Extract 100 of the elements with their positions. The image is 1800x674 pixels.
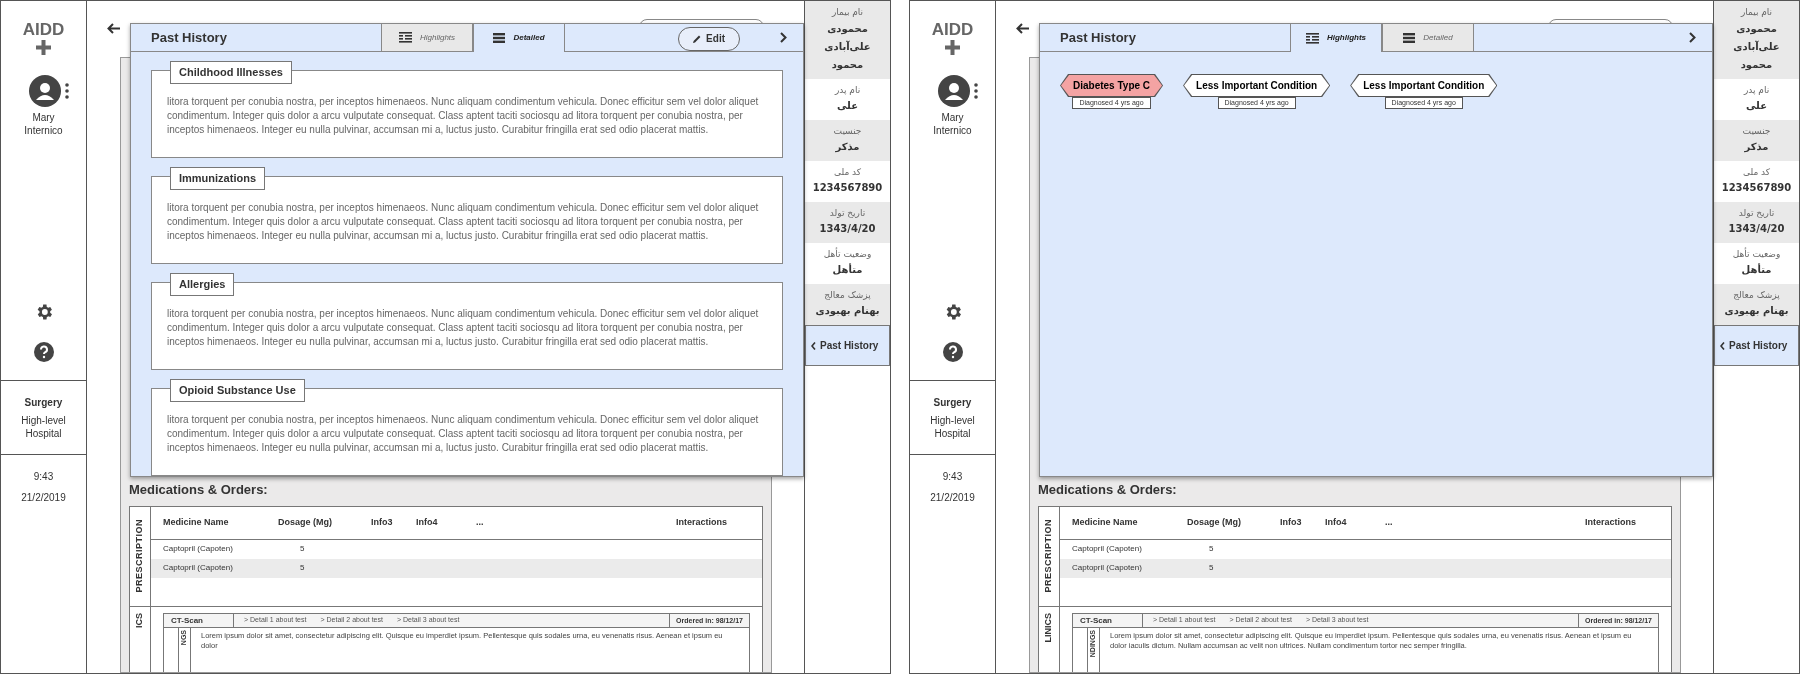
column-header: Info3 (371, 515, 394, 529)
field-value: بهنام بهبودی (1724, 304, 1789, 319)
table-cell-text: 5 (299, 543, 306, 555)
more-icon[interactable] (973, 83, 978, 99)
table-cell-text: 5 (1208, 543, 1215, 555)
field-label: نام پدر (1743, 83, 1770, 97)
help-icon[interactable] (33, 342, 54, 362)
field-value: 1343/4/20 (1728, 222, 1785, 237)
view-tab[interactable]: Detailed (1382, 24, 1474, 51)
table-cell-text: 5 (299, 562, 306, 574)
chevron-right-icon[interactable] (780, 32, 787, 43)
chevron-left-icon (1720, 341, 1725, 350)
time-label: 9:43 (942, 470, 963, 484)
help-icon[interactable] (942, 342, 963, 362)
field-value: متأهل (1741, 262, 1772, 278)
back-arrow-icon[interactable] (1016, 23, 1029, 34)
test-name: CT-Scan (164, 613, 234, 627)
column-header: Dosage (Mg) (1187, 515, 1242, 529)
table-cell-text: Captopril (Capoten) (163, 543, 234, 555)
list-icon (1305, 32, 1319, 44)
field-value: محمودی علی‌آبادی محمود (1732, 21, 1781, 72)
section-text: litora torquent per conubia nostra, per inceptos himenaeos. Nunc aliquam condimentum vehicula. Donec efficitur sem vel dolor aliquet condimentum. Integer quis dolor a arcu vulputate consequat. Class aptent taciti sociosqu ad litora torquent per conubia nostra, per inceptos himenaeos. Integer eu nulla pulvinar, accumsan mi a, luctus justo. Curabitur fringilla erat sed odio placerat mattis. (167, 307, 760, 349)
field-value: مذکر (835, 140, 860, 155)
table-cell-text: Captopril (Capoten) (1072, 562, 1143, 574)
field-value: 1343/4/20 (819, 222, 876, 237)
user-name: Mary Internico (23, 111, 64, 137)
panel-title: Past History (1059, 28, 1137, 47)
vertical-label: ICS (133, 612, 146, 628)
field-value: محمودی علی‌آبادی محمود (823, 21, 872, 72)
section-heading: Medications & Orders: (129, 481, 269, 499)
column-header: Medicine Name (163, 515, 230, 529)
department-label: Surgery (933, 396, 972, 410)
hospital-label: High-level Hospital (929, 414, 976, 440)
field-label: جنسیت (1742, 124, 1771, 138)
app-logo: AIDD (931, 21, 974, 39)
field-label: تاریخ تولد (1738, 206, 1775, 220)
field-label: کد ملی (1742, 165, 1771, 179)
menu-icon (493, 33, 506, 43)
field-value: علی (1746, 99, 1767, 114)
table-cell-text: Captopril (Capoten) (163, 562, 234, 574)
field-label: تاریخ تولد (829, 206, 866, 220)
column-header: Info4 (416, 515, 439, 529)
time-label: 9:43 (33, 470, 54, 484)
list-icon (398, 32, 412, 43)
field-label: کد ملی (833, 165, 862, 179)
view-tab[interactable]: Detailed (473, 24, 565, 52)
condition-tag: Less Important Condition (1350, 74, 1498, 97)
field-value: 1234567890 (812, 181, 883, 196)
field-value: متأهل (832, 262, 863, 278)
field-value: بهنام بهبودی (815, 304, 880, 319)
date-label: 21/2/2019 (930, 491, 975, 505)
section-text: litora torquent per conubia nostra, per inceptos himenaeos. Nunc aliquam condimentum vehicula. Donec efficitur sem vel dolor aliquet condimentum. Integer quis dolor a arcu vulputate consequat. Class aptent taciti sociosqu ad litora torquent per conubia nostra, per inceptos himenaeos. Integer eu nulla pulvinar, accumsan mi a, luctus justo. Curabitur fringilla erat sed odio placerat mattis. (167, 413, 760, 455)
edit-button[interactable]: Edit (678, 26, 740, 51)
section-title: Allergies (170, 273, 235, 296)
column-header: Info4 (1325, 515, 1348, 529)
past-history-nav[interactable]: Past History (805, 325, 890, 366)
field-label: وضعیت تأهل (1732, 247, 1781, 261)
chevron-left-icon (811, 341, 816, 350)
hospital-label: High-level Hospital (20, 414, 67, 440)
app-logo: AIDD (22, 21, 65, 39)
view-tab[interactable]: Highlights (1290, 24, 1382, 52)
department-label: Surgery (24, 396, 63, 410)
field-value: علی (837, 99, 858, 114)
field-label: پزشک معالج (824, 288, 871, 302)
condition-tag: Less Important Condition (1183, 74, 1331, 97)
vertical-label: PRESCRIPTION (133, 519, 146, 593)
field-label: پزشک معالج (1733, 288, 1780, 302)
test-name: CT-Scan (1073, 613, 1143, 627)
vertical-label: LINICS (1042, 612, 1055, 642)
section-heading: Medications & Orders: (1038, 481, 1178, 499)
field-label: نام پدر (834, 83, 861, 97)
vertical-label: PRESCRIPTION (1042, 519, 1055, 593)
field-label: جنسیت (833, 124, 862, 138)
section-text: litora torquent per conubia nostra, per inceptos himenaeos. Nunc aliquam condimentum vehicula. Donec efficitur sem vel dolor aliquet condimentum. Integer quis dolor a arcu vulputate consequat. Class aptent taciti sociosqu ad litora torquent per conubia nostra, per inceptos himenaeos. Integer eu nulla pulvinar, accumsan mi a, luctus justo. Curabitur fringilla erat sed odio placerat mattis. (167, 201, 760, 243)
table-cell-text: 5 (1208, 562, 1215, 574)
column-header: Medicine Name (1072, 515, 1139, 529)
field-label: نام بیمار (1740, 6, 1773, 20)
field-value: 1234567890 (1721, 181, 1792, 196)
menu-icon (1403, 32, 1416, 43)
field-label: وضعیت تأهل (823, 247, 872, 261)
back-arrow-icon[interactable] (107, 23, 120, 34)
column-header: Interactions (1585, 515, 1637, 529)
table-cell-text: Captopril (Capoten) (1072, 543, 1143, 555)
view-tab[interactable]: Highlights (381, 24, 473, 51)
plus-icon (36, 40, 51, 55)
avatar-icon[interactable] (937, 75, 970, 107)
past-history-nav[interactable]: Past History (1714, 325, 1799, 366)
field-label: نام بیمار (831, 6, 864, 20)
more-icon[interactable] (64, 83, 69, 99)
column-header: Info3 (1280, 515, 1303, 529)
column-header: Interactions (676, 515, 728, 529)
plus-icon (945, 40, 960, 55)
chevron-right-icon[interactable] (1689, 32, 1696, 43)
avatar-icon[interactable] (28, 75, 61, 107)
section-title: Opioid Substance Use (170, 379, 305, 402)
section-text: litora torquent per conubia nostra, per inceptos himenaeos. Nunc aliquam condimentum vehicula. Donec efficitur sem vel dolor aliquet condimentum. Integer quis dolor a arcu vulputate consequat. Class aptent taciti sociosqu ad litora torquent per conubia nostra, per inceptos himenaeos. Integer eu nulla pulvinar, accumsan mi a, luctus justo. Curabitur fringilla erat sed odio placerat mattis. (167, 95, 760, 137)
user-name: Mary Internico (932, 111, 973, 137)
date-label: 21/2/2019 (21, 491, 66, 505)
column-header: Dosage (Mg) (278, 515, 333, 529)
field-value: مذکر (1744, 140, 1769, 155)
